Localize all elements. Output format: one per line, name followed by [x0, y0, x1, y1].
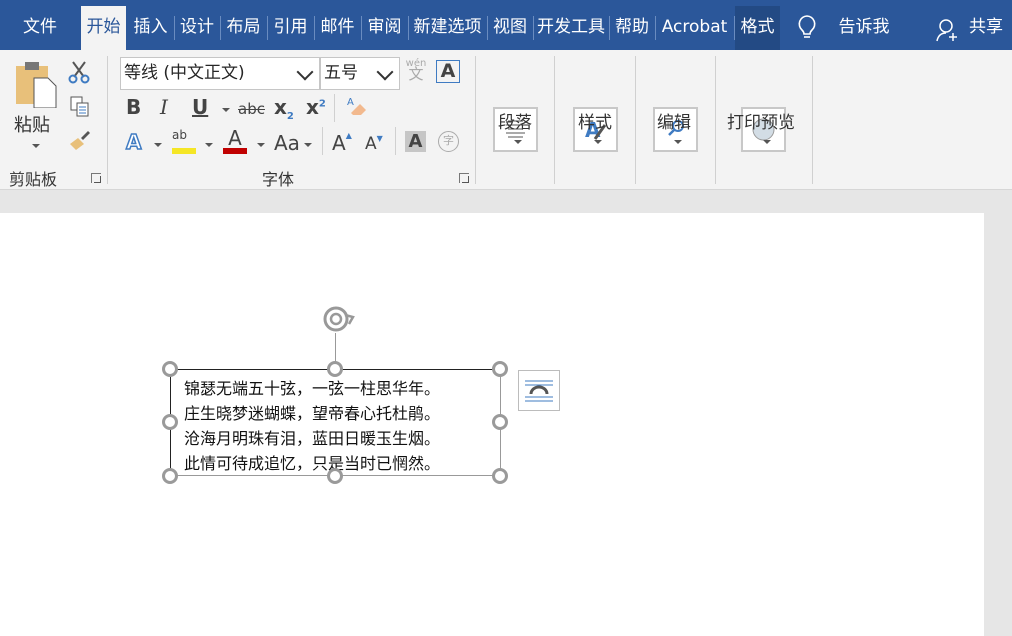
resize-handle-top-left[interactable]: [162, 361, 178, 377]
tab-view[interactable]: 视图: [488, 6, 534, 50]
rotate-handle-icon[interactable]: [319, 303, 359, 339]
paragraph-dropdown-icon[interactable]: [514, 140, 522, 144]
tab-design[interactable]: 设计: [175, 6, 221, 50]
tab-insert[interactable]: 插入: [128, 6, 175, 50]
underline-dropdown-icon[interactable]: [222, 108, 230, 112]
highlight-dropdown-icon[interactable]: [205, 143, 213, 147]
paste-dropdown-icon[interactable]: [32, 144, 40, 148]
character-border-button[interactable]: A: [436, 60, 460, 83]
highlight-label: ab: [172, 128, 187, 142]
svg-text:A: A: [347, 97, 354, 108]
change-case-dropdown-icon[interactable]: [304, 143, 312, 147]
styles-dropdown-icon[interactable]: [594, 140, 602, 144]
superscript-mark: 2: [318, 98, 326, 110]
styles-button[interactable]: 样式: [578, 108, 612, 133]
paste-button[interactable]: 粘贴: [14, 111, 50, 137]
ribbon: 粘贴 剪贴板 等线 (中文正文) 五号 wén 文 A B I U abc x2 …: [0, 50, 1012, 190]
italic-button[interactable]: I: [160, 95, 168, 119]
font-launcher-icon[interactable]: [459, 173, 469, 183]
subscript-button[interactable]: x2: [274, 95, 294, 122]
wrap-text-icon: [525, 380, 553, 402]
cut-icon[interactable]: [68, 60, 90, 88]
font-color-button[interactable]: A: [223, 128, 247, 154]
superscript-x: x: [306, 95, 319, 119]
font-color-dropdown-icon[interactable]: [257, 143, 265, 147]
print-preview-dropdown-icon[interactable]: [763, 140, 771, 144]
lightbulb-icon[interactable]: [796, 14, 818, 44]
resize-handle-top[interactable]: [327, 361, 343, 377]
phonetic-bottom: 文: [408, 65, 424, 83]
resize-handle-left[interactable]: [162, 414, 178, 430]
format-painter-icon[interactable]: [68, 130, 92, 156]
copy-icon[interactable]: [70, 96, 90, 122]
resize-handle-right[interactable]: [492, 414, 508, 430]
font-group-label: 字体: [262, 170, 295, 189]
resize-handle-bottom-right[interactable]: [492, 468, 508, 484]
change-case-button[interactable]: Aa: [274, 131, 300, 155]
character-shading-button[interactable]: A: [405, 131, 426, 152]
tab-format[interactable]: 格式: [735, 6, 780, 50]
ribbon-tab-bar: 文件 开始 插入 设计 布局 引用 邮件 审阅 新建选项 视图 开发工具 帮助 …: [0, 0, 1012, 50]
tab-mailings[interactable]: 邮件: [315, 6, 362, 50]
tab-new-options[interactable]: 新建选项: [409, 6, 488, 50]
subscript-x: x: [274, 95, 287, 119]
print-preview-button[interactable]: 打印预览: [727, 108, 795, 133]
phonetic-guide-button[interactable]: wén 文: [404, 58, 428, 83]
share-button[interactable]: 共享: [964, 6, 1008, 50]
clear-formatting-icon[interactable]: A: [345, 95, 369, 123]
underline-button[interactable]: U: [192, 95, 208, 119]
editing-dropdown-icon[interactable]: [674, 140, 682, 144]
share-person-icon[interactable]: [936, 18, 960, 46]
chevron-down-icon: [376, 63, 394, 81]
tab-developer[interactable]: 开发工具: [534, 6, 610, 50]
clipboard-launcher-icon[interactable]: [91, 173, 101, 183]
text-effects-button[interactable]: A: [125, 129, 142, 155]
strikethrough-button[interactable]: abc: [238, 100, 265, 118]
paragraph-button[interactable]: 段落: [498, 108, 532, 133]
tab-references[interactable]: 引用: [268, 6, 315, 50]
font-name-value: 等线 (中文正文): [124, 63, 245, 83]
layout-options-button[interactable]: [518, 370, 560, 411]
text-box-content[interactable]: 锦瑟无端五十弦，一弦一柱思华年。 庄生晓梦迷蝴蝶，望帝春心托杜鹃。 沧海月明珠有…: [184, 376, 494, 475]
resize-handle-bottom[interactable]: [327, 468, 343, 484]
tab-home[interactable]: 开始: [81, 6, 126, 50]
enclose-characters-button[interactable]: 字: [438, 131, 459, 152]
tab-acrobat[interactable]: Acrobat: [656, 6, 735, 50]
highlight-button[interactable]: ab: [172, 128, 196, 154]
editing-button[interactable]: 编辑: [657, 108, 691, 133]
poem-line: 庄生晓梦迷蝴蝶，望帝春心托杜鹃。: [184, 404, 441, 423]
tell-me-button[interactable]: 告诉我: [832, 6, 896, 50]
tab-file[interactable]: 文件: [0, 6, 80, 50]
tab-help[interactable]: 帮助: [610, 6, 656, 50]
clipboard-group-label: 剪贴板: [9, 170, 58, 189]
bold-button[interactable]: B: [126, 95, 141, 119]
poem-line: 锦瑟无端五十弦，一弦一柱思华年。: [184, 379, 441, 398]
text-effects-dropdown-icon[interactable]: [154, 143, 162, 147]
subscript-mark: 2: [286, 111, 294, 122]
tab-layout[interactable]: 布局: [221, 6, 268, 50]
chevron-down-icon: [296, 63, 314, 81]
shrink-font-button[interactable]: A▼: [365, 134, 383, 154]
resize-handle-top-right[interactable]: [492, 361, 508, 377]
superscript-button[interactable]: x2: [306, 95, 326, 119]
font-name-select[interactable]: 等线 (中文正文): [120, 57, 320, 90]
poem-line: 沧海月明珠有泪，蓝田日暖玉生烟。: [184, 429, 441, 448]
grow-font-button[interactable]: A▲: [332, 131, 352, 155]
font-size-select[interactable]: 五号: [320, 57, 400, 90]
font-size-value: 五号: [324, 63, 358, 83]
paste-icon[interactable]: [14, 60, 58, 112]
tab-review[interactable]: 审阅: [362, 6, 409, 50]
text-box[interactable]: 锦瑟无端五十弦，一弦一柱思华年。 庄生晓梦迷蝴蝶，望帝春心托杜鹃。 沧海月明珠有…: [170, 369, 501, 476]
resize-handle-bottom-left[interactable]: [162, 468, 178, 484]
